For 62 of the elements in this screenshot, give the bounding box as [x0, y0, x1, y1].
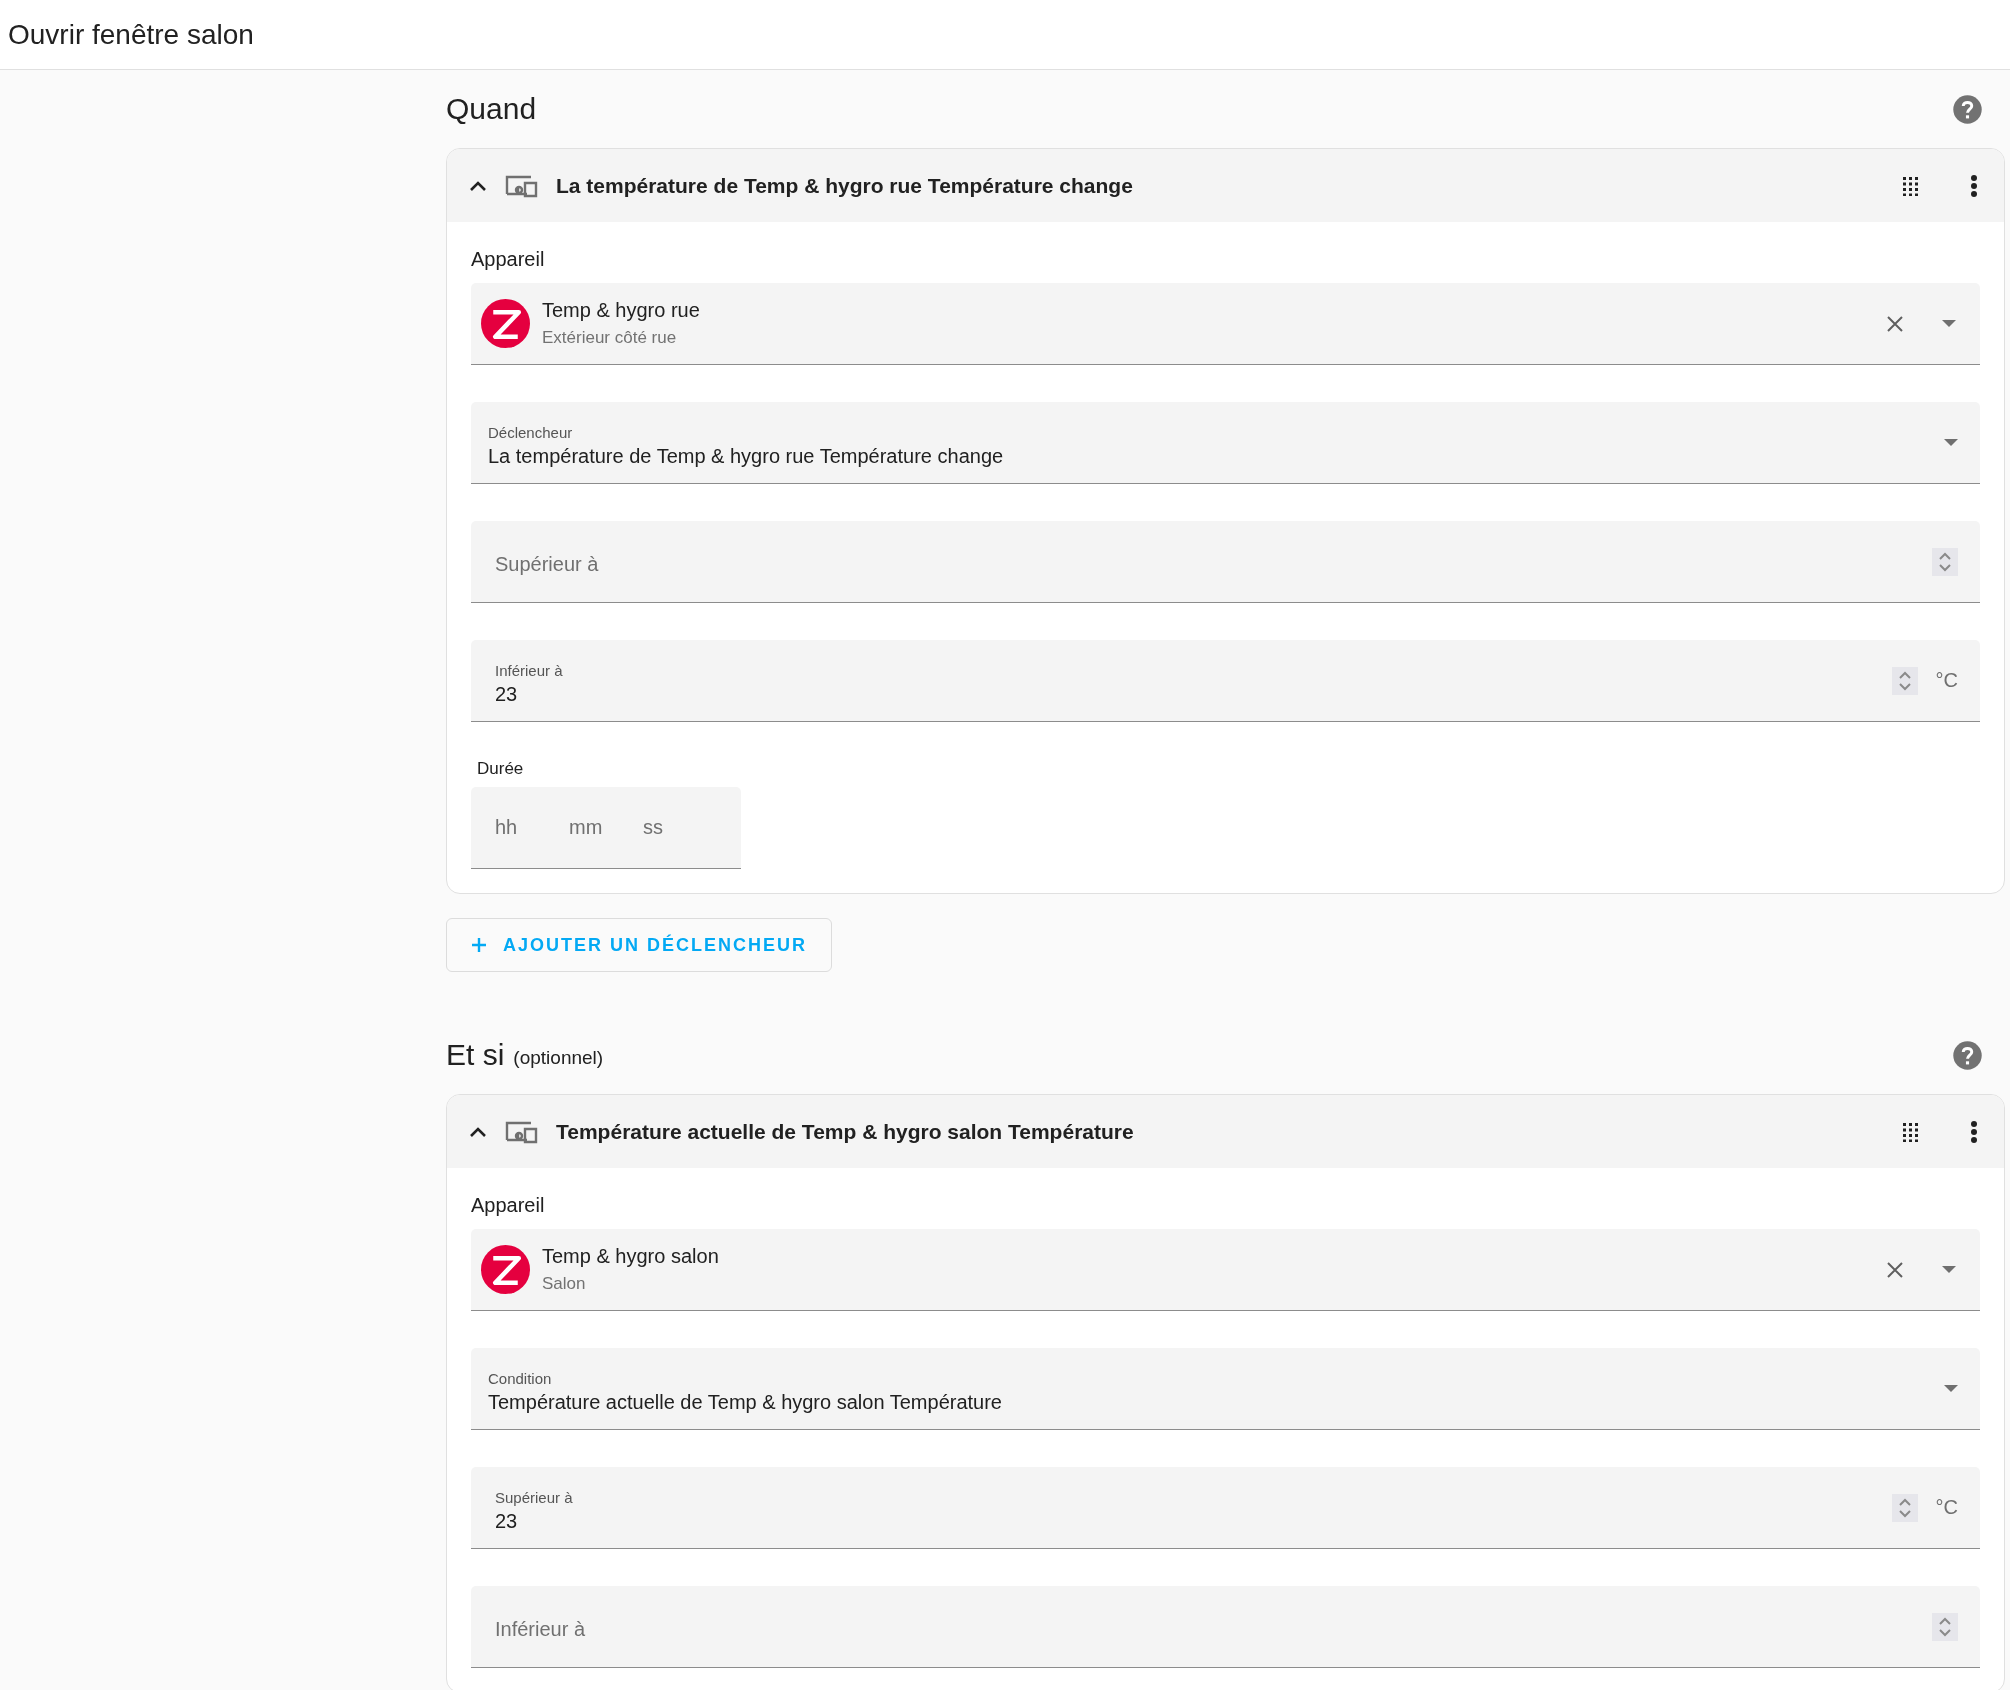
selected-value: La température de Temp & hygro rue Température change — [488, 444, 1005, 468]
section-heading: Et si — [446, 1038, 505, 1072]
unit-label: °C — [1935, 1496, 1958, 1519]
spinner-arrows-icon[interactable] — [1932, 547, 1958, 576]
field-label: Durée — [477, 759, 525, 779]
help-icon[interactable] — [1952, 93, 1983, 125]
device-area: Extérieur côté rue — [542, 328, 1874, 348]
section-subheading: (optionnel) — [513, 1046, 605, 1069]
floating-label: Condition — [488, 1369, 553, 1387]
number-field[interactable]: Inférieur à — [471, 1586, 1980, 1668]
time-placeholder: mm — [569, 816, 604, 839]
section-heading: Quand — [446, 92, 537, 126]
dropdown-arrow-icon[interactable] — [1942, 1265, 1956, 1274]
select-field[interactable]: Déclencheur La température de Temp & hygro rue Température change — [471, 402, 1980, 484]
zigbee-logo-icon — [481, 1245, 530, 1294]
more-options-icon[interactable] — [1970, 173, 1978, 198]
help-icon[interactable] — [1952, 1039, 1983, 1071]
field-label: Supérieur à — [495, 553, 600, 576]
card-title: Température actuelle de Temp & hygro salon Température — [556, 1119, 1135, 1144]
devices-icon — [505, 1119, 538, 1144]
collapse-chevron-icon[interactable] — [469, 179, 487, 192]
number-field[interactable]: Supérieur à — [471, 521, 1980, 603]
field-label: Appareil — [471, 248, 546, 271]
time-placeholder: ss — [643, 816, 664, 839]
zigbee-logo-icon — [481, 299, 530, 348]
spinner-arrows-icon[interactable] — [1891, 1493, 1918, 1522]
card-title: La température de Temp & hygro rue Température change — [556, 173, 1134, 198]
devices-icon — [505, 173, 538, 198]
floating-label: Inférieur à — [495, 661, 564, 679]
number-field[interactable]: Supérieur à 23 °C — [471, 1467, 1980, 1549]
dropdown-arrow-icon[interactable] — [1942, 319, 1956, 328]
page-title: Ouvrir fenêtre salon — [8, 18, 254, 51]
drag-handle-icon[interactable] — [1902, 175, 1918, 196]
select-field[interactable]: Condition Température actuelle de Temp & hygro salon Température — [471, 1348, 1980, 1430]
device-area: Salon — [542, 1274, 1874, 1294]
field-value: 23 — [495, 1509, 519, 1533]
duration-field[interactable]: hh mm ss — [471, 787, 741, 869]
time-placeholder: hh — [495, 816, 519, 839]
selected-value: Température actuelle de Temp & hygro salon Température — [488, 1390, 1003, 1414]
clear-icon[interactable] — [1886, 1260, 1904, 1279]
drag-handle-icon[interactable] — [1902, 1121, 1918, 1142]
dropdown-arrow-icon[interactable] — [1944, 1384, 1958, 1393]
card-header[interactable]: La température de Temp & hygro rue Température change — [447, 149, 2004, 222]
collapse-chevron-icon[interactable] — [469, 1125, 487, 1138]
unit-label: °C — [1935, 669, 1958, 692]
floating-label: Déclencheur — [488, 423, 574, 441]
field-value: 23 — [495, 682, 519, 706]
device-picker-field[interactable]: Temp & hygro rue Extérieur côté rue — [471, 283, 1980, 365]
dropdown-arrow-icon[interactable] — [1944, 438, 1958, 447]
floating-label: Supérieur à — [495, 1488, 574, 1506]
device-name: Temp & hygro salon — [542, 1245, 720, 1268]
more-options-icon[interactable] — [1970, 1119, 1978, 1144]
plus-icon — [471, 937, 487, 953]
field-label: Appareil — [471, 1194, 546, 1217]
spinner-arrows-icon[interactable] — [1932, 1612, 1958, 1641]
clear-icon[interactable] — [1886, 314, 1904, 333]
spinner-arrows-icon[interactable] — [1891, 666, 1918, 695]
number-field[interactable]: Inférieur à 23 °C — [471, 640, 1980, 722]
device-name: Temp & hygro rue — [542, 299, 701, 322]
field-label: Inférieur à — [495, 1618, 587, 1641]
device-picker-field[interactable]: Temp & hygro salon Salon — [471, 1229, 1980, 1311]
card-header[interactable]: Température actuelle de Temp & hygro salon Température — [447, 1095, 2004, 1168]
